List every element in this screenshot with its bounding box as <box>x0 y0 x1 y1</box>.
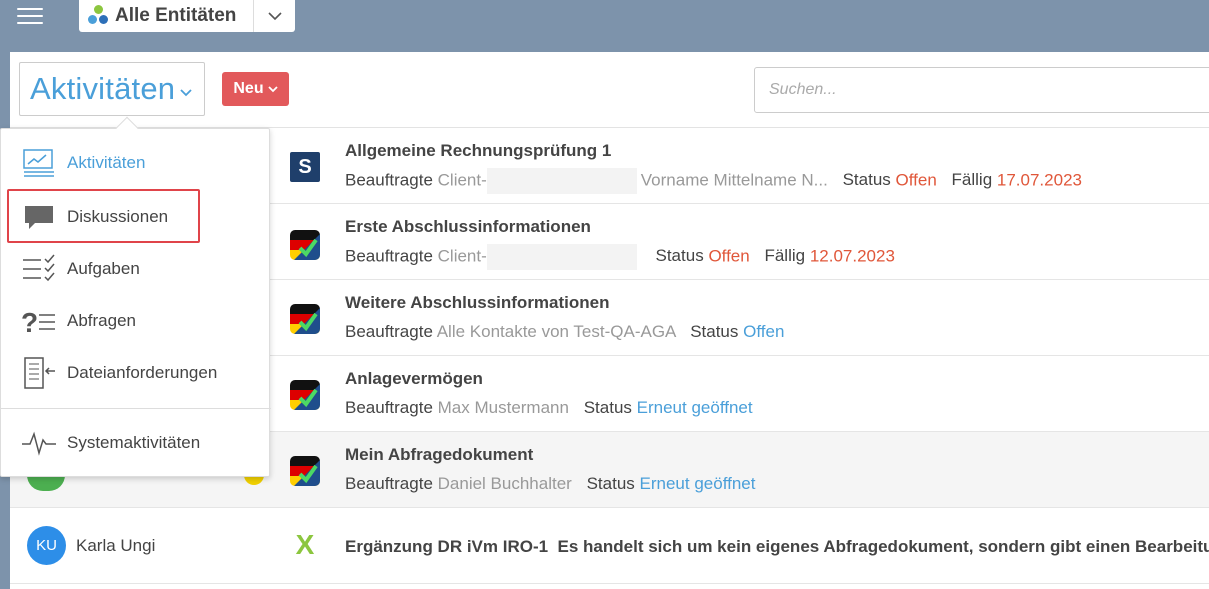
menu-item-tasks[interactable]: Aufgaben <box>1 243 271 295</box>
item-meta: Beauftragte Client- Vorname Mittelname N.… <box>345 168 1082 194</box>
hamburger-icon[interactable] <box>17 8 43 24</box>
status-value: Offen <box>895 170 937 190</box>
item-title: Erste Abschlussinformationen <box>345 217 591 236</box>
status-value: Offen <box>743 322 785 341</box>
flag-check-icon <box>290 304 320 334</box>
menu-divider <box>1 408 271 409</box>
item-title: Anlagevermögen <box>345 369 483 388</box>
system-activity-icon <box>19 426 59 460</box>
s-document-icon: S <box>290 152 320 182</box>
menu-item-label: Aufgaben <box>67 259 140 278</box>
queries-icon: ? <box>19 304 59 338</box>
item-title: Weitere Abschlussinformationen <box>345 293 610 312</box>
svg-text:?: ? <box>21 307 38 336</box>
new-button-label: Neu <box>233 80 264 97</box>
flag-check-icon <box>290 456 320 486</box>
status-value: Offen <box>708 246 750 266</box>
item-title: Allgemeine Rechnungsprüfung 1 <box>345 141 612 160</box>
list-item[interactable]: KU Karla Ungi X Ergänzung DR iVm IRO-1 E… <box>10 508 1209 584</box>
activities-icon <box>19 146 59 180</box>
file-request-icon <box>19 356 59 390</box>
user-name: Karla Ungi <box>76 536 156 555</box>
menu-item-file-requests[interactable]: Dateianforderungen <box>1 347 271 399</box>
status-value: Erneut geöffnet <box>636 398 753 417</box>
item-title: Mein Abfragedokument <box>345 445 534 464</box>
tasks-icon <box>19 252 59 286</box>
chevron-down-icon[interactable] <box>253 0 295 32</box>
menu-item-label: Dateianforderungen <box>67 363 218 382</box>
menu-item-activities[interactable]: Aktivitäten <box>1 137 271 189</box>
activity-select-label: Aktivitäten <box>30 71 176 106</box>
chevron-down-icon <box>180 89 192 97</box>
entity-selector[interactable]: Alle Entitäten <box>79 0 295 32</box>
entity-logo-icon <box>87 4 111 28</box>
activity-type-select[interactable]: Aktivitäten <box>19 62 205 116</box>
toolbar: Aktivitäten Neu <box>10 52 1209 128</box>
status-value: Erneut geöffnet <box>639 474 756 493</box>
item-meta: Beauftragte Max Mustermann Status Erneut… <box>345 398 753 417</box>
menu-item-discussions[interactable]: Diskussionen <box>1 191 271 243</box>
item-meta: Beauftragte Daniel Buchhalter Status Ern… <box>345 474 756 493</box>
search-input[interactable] <box>754 67 1209 113</box>
discussion-icon <box>19 200 59 234</box>
menu-item-queries[interactable]: ? Abfragen <box>1 295 271 347</box>
menu-item-label: Aktivitäten <box>67 153 146 172</box>
menu-item-system-activities[interactable]: Systemaktivitäten <box>1 417 271 469</box>
menu-item-label: Abfragen <box>67 311 136 330</box>
menu-item-label: Diskussionen <box>67 207 169 226</box>
item-meta: Beauftragte Client- Status Offen Fällig … <box>345 244 895 270</box>
new-button[interactable]: Neu <box>222 72 289 106</box>
top-bar: Alle Entitäten <box>0 0 1209 52</box>
redacted-block <box>486 168 637 194</box>
activity-type-menu: Aktivitäten Diskussionen Aufgaben ? Abfr… <box>0 116 271 477</box>
redacted-block <box>486 244 637 270</box>
chevron-down-icon <box>267 85 278 92</box>
item-title: Ergänzung DR iVm IRO-1 Es handelt sich u… <box>345 537 1209 557</box>
x-icon: X <box>295 529 315 560</box>
avatar: KU <box>27 526 66 565</box>
entity-label: Alle Entitäten <box>115 5 237 26</box>
due-date: 12.07.2023 <box>809 246 895 266</box>
flag-check-icon <box>290 380 320 410</box>
menu-item-label: Systemaktivitäten <box>67 433 201 452</box>
item-meta: Beauftragte Alle Kontakte von Test-QA-AG… <box>345 322 785 341</box>
due-date: 17.07.2023 <box>996 170 1082 190</box>
item-description: Es handelt sich um kein eigenes Abfraged… <box>557 537 1209 556</box>
flag-check-icon <box>290 230 320 260</box>
